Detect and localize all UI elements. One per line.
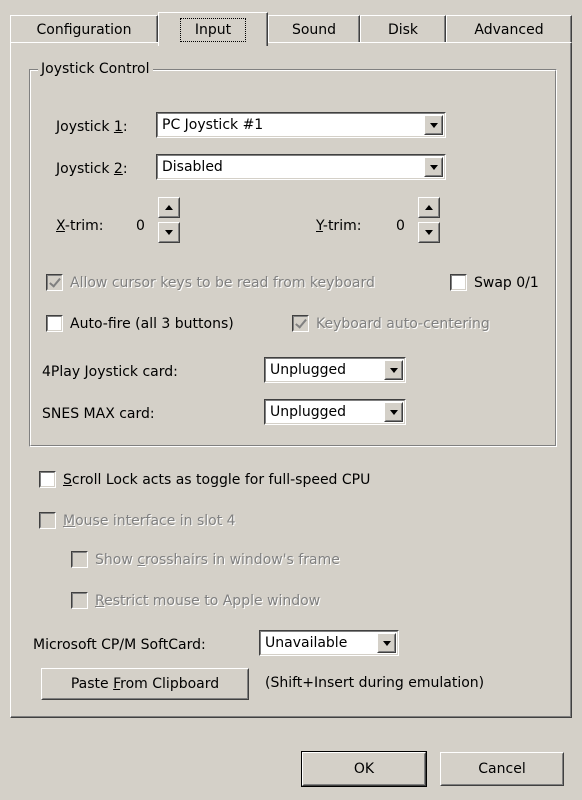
ok-button[interactable]: OK [302, 752, 426, 786]
show-crosshairs-checkbox-box[interactable] [71, 551, 88, 568]
mouse-interface-label: Mouse interface in slot 4 [63, 512, 236, 529]
show-crosshairs-label: Show crosshairs in window's frame [95, 551, 340, 568]
joystick1-label: Joystick 1: [56, 119, 128, 135]
mouse-interface-checkbox[interactable]: Mouse interface in slot 4 [39, 512, 236, 529]
dialog-window: Configuration Input Sound Disk Advanced … [0, 0, 582, 800]
keyboard-autocentering-checkbox-box[interactable] [292, 315, 309, 332]
softcard-dropdown-arrow-icon[interactable] [377, 633, 396, 653]
paste-from-clipboard-button[interactable]: Paste From Clipboard [41, 668, 249, 700]
paste-from-clipboard-label: Paste From Clipboard [70, 676, 220, 692]
tab-configuration[interactable]: Configuration [10, 15, 158, 44]
tab-disk-label: Disk [387, 22, 419, 38]
restrict-mouse-checkbox[interactable]: Restrict mouse to Apple window [71, 592, 320, 609]
xtrim-value: 0 [136, 218, 145, 234]
cancel-button[interactable]: Cancel [440, 752, 564, 786]
xtrim-spinner-up-icon[interactable] [158, 197, 180, 218]
tab-configuration-label: Configuration [36, 22, 132, 38]
snesmax-combo[interactable]: Unplugged [264, 399, 406, 425]
ytrim-label: Y-trim: [316, 218, 362, 234]
snesmax-label: SNES MAX card: [42, 406, 155, 422]
scroll-lock-label: Scroll Lock acts as toggle for full-spee… [63, 471, 371, 488]
tab-input[interactable]: Input [158, 12, 268, 46]
allow-cursor-keys-checkbox[interactable]: Allow cursor keys to be read from keyboa… [46, 274, 375, 291]
tab-sound-label: Sound [291, 22, 337, 38]
ytrim-spinner-down-icon[interactable] [418, 222, 440, 243]
softcard-combo[interactable]: Unavailable [259, 630, 399, 656]
joystick2-value: Disabled [162, 159, 223, 175]
ytrim-spinner-up-icon[interactable] [418, 197, 440, 218]
joystick1-value: PC Joystick #1 [162, 117, 264, 133]
tab-advanced[interactable]: Advanced [446, 15, 572, 44]
fourplay-value: Unplugged [270, 362, 347, 378]
swap01-checkbox-box[interactable] [450, 274, 467, 291]
xtrim-label: X-trim: [56, 218, 104, 234]
keyboard-autocentering-checkbox[interactable]: Keyboard auto-centering [292, 315, 490, 332]
autofire-label: Auto-fire (all 3 buttons) [70, 315, 234, 332]
tab-disk[interactable]: Disk [360, 15, 446, 44]
allow-cursor-keys-label: Allow cursor keys to be read from keyboa… [70, 274, 375, 291]
show-crosshairs-checkbox[interactable]: Show crosshairs in window's frame [71, 551, 340, 568]
autofire-checkbox-box[interactable] [46, 315, 63, 332]
cancel-button-label: Cancel [478, 761, 526, 777]
fourplay-label: 4Play Joystick card: [42, 364, 178, 380]
fourplay-combo[interactable]: Unplugged [264, 357, 406, 383]
joystick1-dropdown-arrow-icon[interactable] [424, 115, 443, 135]
tab-page-input: Joystick Control Joystick 1: PC Joystick… [10, 42, 572, 718]
paste-hint-text: (Shift+Insert during emulation) [265, 675, 485, 691]
joystick2-dropdown-arrow-icon[interactable] [424, 157, 443, 177]
joystick1-combo[interactable]: PC Joystick #1 [156, 112, 446, 138]
scroll-lock-checkbox-box[interactable] [39, 471, 56, 488]
tab-strip: Configuration Input Sound Disk Advanced [10, 12, 572, 46]
joystick2-label: Joystick 2: [56, 161, 128, 177]
tab-input-label: Input [179, 17, 247, 42]
ok-button-label: OK [353, 761, 375, 777]
joystick-control-group: Joystick Control Joystick 1: PC Joystick… [29, 61, 557, 447]
scroll-lock-checkbox[interactable]: Scroll Lock acts as toggle for full-spee… [39, 471, 370, 488]
xtrim-spinner[interactable] [158, 197, 180, 243]
swap01-checkbox[interactable]: Swap 0/1 [450, 274, 539, 291]
allow-cursor-keys-checkbox-box[interactable] [46, 274, 63, 291]
mouse-interface-checkbox-box[interactable] [39, 512, 56, 529]
softcard-label: Microsoft CP/M SoftCard: [33, 637, 206, 653]
fourplay-dropdown-arrow-icon[interactable] [384, 360, 403, 380]
autofire-checkbox[interactable]: Auto-fire (all 3 buttons) [46, 315, 234, 332]
snesmax-value: Unplugged [270, 404, 347, 420]
swap01-label: Swap 0/1 [474, 274, 539, 291]
tab-advanced-label: Advanced [474, 22, 544, 38]
joystick2-combo[interactable]: Disabled [156, 154, 446, 180]
restrict-mouse-checkbox-box[interactable] [71, 592, 88, 609]
snesmax-dropdown-arrow-icon[interactable] [384, 402, 403, 422]
tab-sound[interactable]: Sound [268, 15, 360, 44]
joystick-control-legend: Joystick Control [38, 61, 153, 77]
ytrim-value: 0 [396, 218, 405, 234]
keyboard-autocentering-label: Keyboard auto-centering [316, 315, 490, 332]
softcard-value: Unavailable [265, 635, 348, 651]
restrict-mouse-label: Restrict mouse to Apple window [95, 592, 321, 609]
xtrim-spinner-down-icon[interactable] [158, 222, 180, 243]
ytrim-spinner[interactable] [418, 197, 440, 243]
